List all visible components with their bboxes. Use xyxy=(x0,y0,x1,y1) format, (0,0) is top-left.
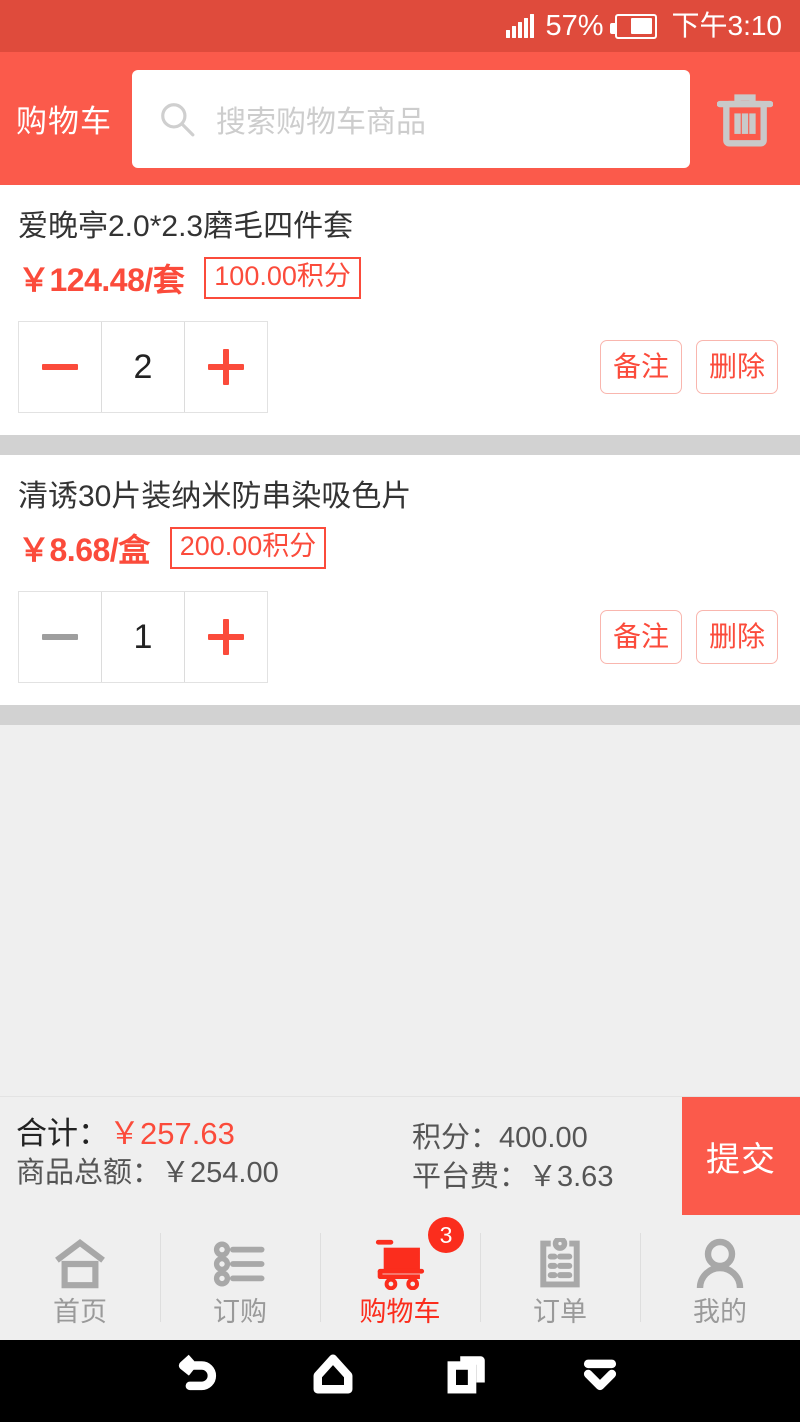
platform-fee: 平台费：￥3.63 xyxy=(412,1161,614,1194)
summary-left: 合计：￥257.63 商品总额：￥254.00 xyxy=(0,1097,400,1215)
section-divider xyxy=(0,435,800,455)
system-navigation-bar xyxy=(0,1340,800,1422)
tab-order-goods[interactable]: 订购 xyxy=(160,1215,320,1340)
page-title: 购物车 xyxy=(16,104,112,139)
tab-profile[interactable]: 我的 xyxy=(640,1215,800,1340)
trash-icon xyxy=(717,93,773,146)
price-row: ￥8.68/盒 200.00积分 xyxy=(18,521,782,581)
battery-icon xyxy=(609,13,657,39)
product-points-badge: 200.00积分 xyxy=(169,527,327,569)
search-icon xyxy=(161,102,195,136)
tab-label: 我的 xyxy=(693,1297,747,1327)
product-title: 清诱30片装纳米防串染吸色片 xyxy=(18,480,412,513)
quantity-stepper: 1 xyxy=(18,591,268,683)
quantity-value[interactable]: 1 xyxy=(101,592,185,682)
decrement-button[interactable] xyxy=(19,322,101,412)
tab-label: 订单 xyxy=(533,1297,587,1327)
home-icon xyxy=(53,1235,107,1293)
hide-navbar-icon xyxy=(583,1359,617,1391)
plus-icon xyxy=(208,619,244,655)
status-bar: 57% 下午3:10 xyxy=(0,0,800,52)
list-icon xyxy=(213,1235,267,1293)
tab-orders[interactable]: 订单 xyxy=(480,1215,640,1340)
item-controls: 1 备注 删除 xyxy=(18,581,782,705)
product-price: ￥8.68/盒 xyxy=(18,532,150,568)
section-divider xyxy=(0,705,800,725)
product-price: ￥124.48/套 xyxy=(18,262,185,298)
back-icon xyxy=(178,1354,216,1391)
item-actions: 备注 删除 xyxy=(599,609,782,665)
status-bar-clock: 下午3:10 xyxy=(671,10,783,41)
decrement-button[interactable] xyxy=(19,592,101,682)
minus-icon xyxy=(42,634,78,640)
tab-label: 首页 xyxy=(53,1297,107,1327)
clipboard-icon xyxy=(535,1235,585,1293)
app-bar: 购物车 搜索购物车商品 xyxy=(0,52,800,185)
minus-icon xyxy=(42,364,78,370)
quantity-value[interactable]: 2 xyxy=(101,322,185,412)
cart-item: 爱晚亭2.0*2.3磨毛四件套 ￥124.48/套 100.00积分 2 备注 … xyxy=(0,185,800,435)
quantity-stepper: 2 xyxy=(18,321,268,413)
tab-label: 订购 xyxy=(213,1297,267,1327)
battery-percent-label: 57% xyxy=(545,9,604,42)
increment-button[interactable] xyxy=(185,592,267,682)
tab-label: 购物车 xyxy=(359,1297,441,1327)
note-button[interactable]: 备注 xyxy=(599,339,682,395)
recent-apps-icon xyxy=(447,1356,485,1394)
plus-icon xyxy=(208,349,244,385)
clear-cart-button[interactable] xyxy=(702,64,788,174)
hide-navbar-button[interactable] xyxy=(533,1352,666,1396)
person-icon xyxy=(694,1235,746,1293)
price-row: ￥124.48/套 100.00积分 xyxy=(18,251,782,311)
home-button[interactable] xyxy=(267,1352,400,1396)
total-value: ￥257.63 xyxy=(109,1116,235,1151)
home-outline-icon xyxy=(313,1354,353,1394)
product-title: 爱晚亭2.0*2.3磨毛四件套 xyxy=(18,210,354,243)
item-actions: 备注 删除 xyxy=(599,339,782,395)
total-row: 合计：￥257.63 xyxy=(16,1113,400,1155)
back-button[interactable] xyxy=(133,1352,266,1396)
total-label: 合计： xyxy=(16,1116,109,1151)
search-input[interactable]: 搜索购物车商品 xyxy=(132,69,690,168)
delete-button[interactable]: 删除 xyxy=(695,609,778,665)
item-controls: 2 备注 删除 xyxy=(18,311,782,435)
tab-home[interactable]: 首页 xyxy=(0,1215,160,1340)
empty-list-area xyxy=(0,725,800,1121)
cart-icon xyxy=(371,1235,429,1293)
phone-screen: 57% 下午3:10 购物车 搜索购物车商品 爱晚亭2.0*2.3磨毛四件套 ￥… xyxy=(0,0,800,1422)
cart-badge: 3 xyxy=(428,1217,464,1253)
note-button[interactable]: 备注 xyxy=(599,609,682,665)
signal-bars-icon xyxy=(506,14,535,38)
search-placeholder: 搜索购物车商品 xyxy=(216,105,426,139)
submit-button[interactable]: 提交 xyxy=(682,1097,800,1215)
summary-bar: 合计：￥257.63 商品总额：￥254.00 积分：400.00 平台费：￥3… xyxy=(0,1096,800,1215)
recent-apps-button[interactable] xyxy=(400,1352,533,1396)
tab-cart[interactable]: 3 购物车 xyxy=(320,1215,480,1340)
bottom-tab-bar: 首页 订购 3 购物车 订单 我的 xyxy=(0,1215,800,1340)
goods-total: 商品总额：￥254.00 xyxy=(16,1156,279,1189)
delete-button[interactable]: 删除 xyxy=(695,339,778,395)
points-total: 积分：400.00 xyxy=(412,1122,588,1154)
cart-item: 清诱30片装纳米防串染吸色片 ￥8.68/盒 200.00积分 1 备注 删除 xyxy=(0,455,800,705)
increment-button[interactable] xyxy=(185,322,267,412)
summary-middle: 积分：400.00 平台费：￥3.63 xyxy=(400,1097,682,1215)
product-points-badge: 100.00积分 xyxy=(204,257,361,299)
